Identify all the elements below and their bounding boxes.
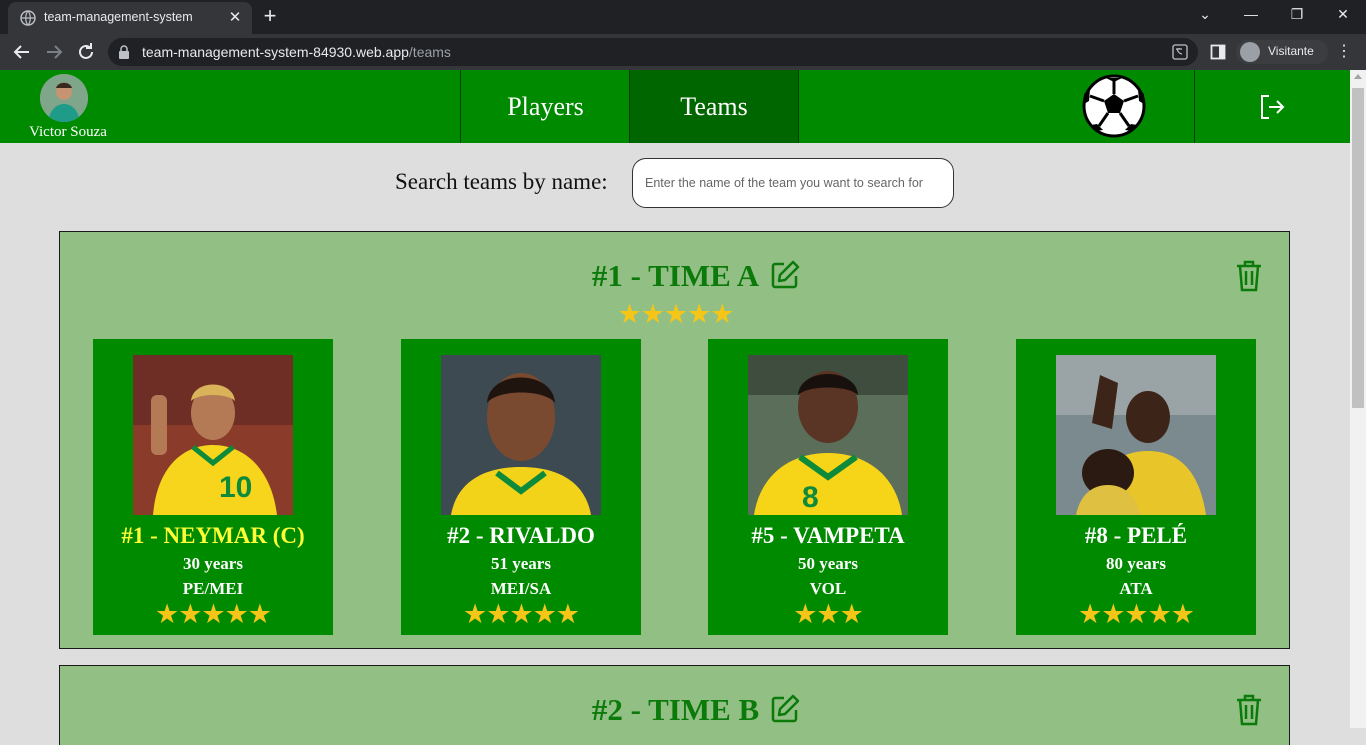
team-card: #2 - TIME B — [59, 665, 1290, 745]
player-rating-stars: ★★★★★ — [1077, 599, 1195, 629]
player-photo: 10 — [133, 355, 293, 515]
tab-close-icon[interactable]: ✕ — [226, 9, 244, 27]
nav-teams-label: Teams — [680, 92, 748, 121]
forward-icon[interactable] — [42, 40, 66, 64]
player-name: #8 - PELÉ — [1084, 523, 1188, 548]
url-path: /teams — [408, 44, 451, 60]
nav-players-label: Players — [507, 92, 584, 121]
tab-title: team-management-system — [44, 10, 193, 24]
browser-tab[interactable]: team-management-system ✕ — [8, 2, 252, 34]
team-search-input[interactable] — [632, 158, 954, 208]
player-position: VOL — [809, 579, 847, 598]
translate-icon[interactable] — [1172, 44, 1188, 60]
user-name: Victor Souza — [29, 124, 107, 140]
restore-icon[interactable]: ❐ — [1274, 0, 1320, 30]
player-age: 50 years — [798, 554, 858, 573]
side-panel-icon[interactable] — [1210, 44, 1226, 60]
profile-button[interactable]: Visitante — [1236, 40, 1328, 64]
lock-icon — [119, 45, 129, 59]
globe-icon — [20, 10, 36, 26]
reload-icon[interactable] — [74, 40, 98, 64]
team-card: #1 - TIME A ★★★★★ 10 #1 - NEYMAR (C) 30 … — [59, 231, 1290, 649]
nav-teams[interactable]: Teams — [629, 70, 799, 143]
player-name: #2 - RIVALDO — [447, 523, 595, 548]
delete-team-icon[interactable] — [1236, 694, 1262, 726]
browser-toolbar: team-management-system-84930.web.app/tea… — [0, 34, 1366, 70]
browser-menu-icon[interactable]: ⋮ — [1336, 42, 1352, 62]
logout-button[interactable] — [1194, 70, 1350, 143]
player-photo — [1056, 355, 1216, 515]
player-age: 30 years — [183, 554, 243, 573]
player-rating-stars: ★★★★★ — [462, 599, 580, 629]
edit-team-icon[interactable] — [770, 694, 800, 724]
page-scrollbar[interactable] — [1350, 70, 1366, 728]
url-text: team-management-system-84930.web.app/tea… — [142, 44, 451, 60]
profile-avatar-icon — [1240, 42, 1260, 62]
app-header: Victor Souza Players Teams — [0, 70, 1350, 143]
player-photo — [441, 355, 601, 515]
player-name: #5 - VAMPETA — [751, 523, 905, 548]
player-age: 80 years — [1106, 554, 1166, 573]
player-card[interactable]: 10 #1 - NEYMAR (C) 30 years PE/MEI ★★★★★ — [93, 339, 333, 635]
delete-team-icon[interactable] — [1236, 260, 1262, 292]
tab-search-icon[interactable]: ⌄ — [1182, 0, 1228, 30]
avatar — [40, 74, 88, 122]
player-position: ATA — [1119, 579, 1153, 598]
player-card[interactable]: 8 #5 - VAMPETA 50 years VOL ★★★ — [708, 339, 948, 635]
player-photo: 8 — [748, 355, 908, 515]
svg-text:8: 8 — [802, 481, 819, 514]
search-label: Search teams by name: — [395, 169, 608, 194]
edit-team-icon[interactable] — [770, 260, 800, 290]
scroll-up-icon[interactable] — [1354, 74, 1362, 79]
player-position: MEI/SA — [490, 579, 552, 598]
url-host: team-management-system-84930.web.app — [142, 44, 409, 60]
team-title-text: #2 - TIME B — [591, 692, 760, 727]
scrollbar-thumb[interactable] — [1352, 88, 1364, 408]
player-rating-stars: ★★★ — [793, 599, 864, 629]
back-icon[interactable] — [10, 40, 34, 64]
soccer-ball-icon — [1082, 74, 1146, 138]
address-bar[interactable]: team-management-system-84930.web.app/tea… — [108, 38, 1198, 66]
player-rating-stars: ★★★★★ — [154, 599, 272, 629]
team-rating-stars: ★★★★★ — [617, 299, 734, 329]
nav-players[interactable]: Players — [460, 70, 630, 143]
browser-tab-strip: team-management-system ✕ + ⌄ — ❐ ✕ — [0, 0, 1366, 34]
svg-text:10: 10 — [219, 471, 252, 504]
window-close-icon[interactable]: ✕ — [1320, 0, 1366, 30]
player-name: #1 - NEYMAR (C) — [121, 523, 305, 548]
player-card[interactable]: #2 - RIVALDO 51 years MEI/SA ★★★★★ — [401, 339, 641, 635]
new-tab-icon[interactable]: + — [258, 5, 282, 29]
profile-name: Visitante — [1268, 44, 1314, 58]
user-profile[interactable]: Victor Souza — [20, 72, 116, 140]
logout-icon — [1261, 95, 1285, 119]
player-card[interactable]: #8 - PELÉ 80 years ATA ★★★★★ — [1016, 339, 1256, 635]
player-position: PE/MEI — [182, 579, 244, 598]
minimize-icon[interactable]: — — [1228, 0, 1274, 30]
team-title: #1 - TIME A — [60, 258, 1291, 294]
team-title-text: #1 - TIME A — [591, 258, 760, 293]
team-title: #2 - TIME B — [60, 692, 1291, 728]
player-age: 51 years — [491, 554, 551, 573]
